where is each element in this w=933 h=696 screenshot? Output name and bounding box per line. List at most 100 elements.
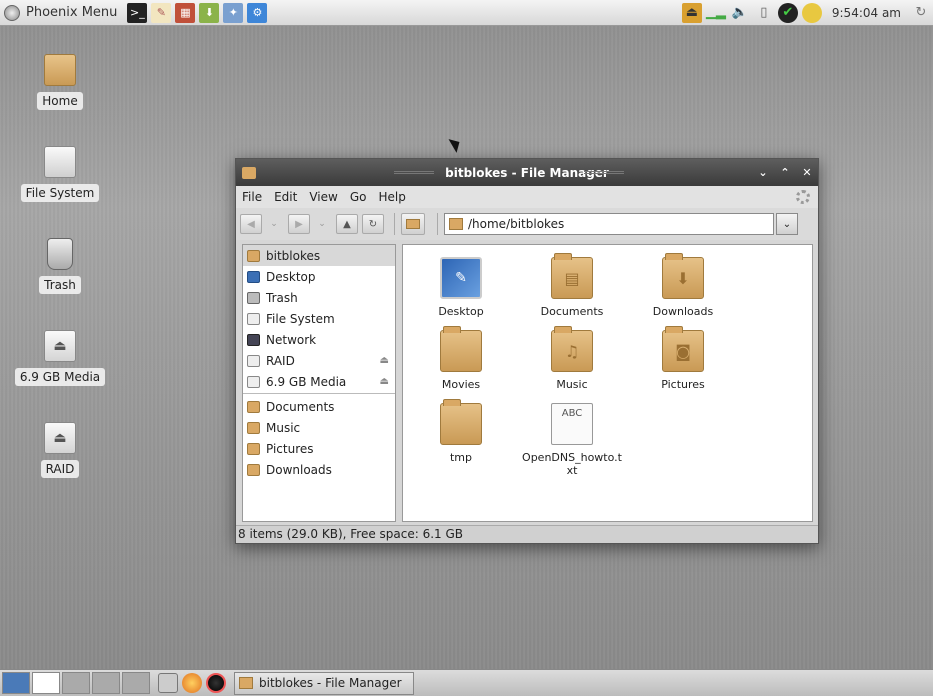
phoenix-menu-label: Phoenix Menu [26,5,118,20]
close-icon[interactable]: ✕ [800,165,814,179]
eject-icon[interactable]: ⏏ [380,376,389,387]
file-item-label: Downloads [652,305,714,318]
sidebar-item-file-system[interactable]: File System [243,308,395,329]
phoenix-menu-button[interactable]: Phoenix Menu [0,0,125,26]
titlebar-grip-right [584,171,624,174]
sidebar-item-label: bitblokes [266,248,321,263]
clipboard-icon[interactable]: ▯ [754,3,774,23]
folder-icon [239,677,253,689]
network-icon [247,333,260,346]
notification-icon[interactable] [801,2,822,23]
sidebar-item-documents[interactable]: Documents [243,396,395,417]
logout-icon[interactable]: ↻ [911,3,931,23]
minimize-icon[interactable]: ⌄ [756,165,770,179]
user-switch-icon[interactable]: ⏏ [681,2,702,23]
show-desktop-button[interactable] [2,672,30,694]
trash-icon [47,238,73,270]
text-editor-icon[interactable]: ✎ [151,2,172,23]
menu-go[interactable]: Go [344,190,373,204]
file-item-documents[interactable]: ▤ Documents [517,253,627,318]
network-monitor-icon[interactable]: ▁▂ [706,3,726,23]
up-button[interactable]: ▲ [336,214,358,234]
toolbar-separator [394,213,395,235]
location-input[interactable]: /home/bitblokes [444,213,774,235]
pictures-folder-icon: ◙ [662,326,704,372]
sidebar-item-label: Trash [266,290,298,305]
location-dropdown-button[interactable]: ⌄ [776,213,798,235]
package-installer-icon[interactable]: ⬇ [199,2,220,23]
folder-icon [440,399,482,445]
folder-icon [247,421,260,434]
sidebar-item-label: 6.9 GB Media [266,374,347,389]
mouse-cursor [448,135,464,153]
sidebar-item-raid[interactable]: RAID ⏏ [243,350,395,371]
reload-button[interactable]: ↻ [362,214,384,234]
settings-tools-icon[interactable]: ✦ [223,2,244,23]
desktop-icon-label: Trash [39,276,81,294]
sidebar-item-trash[interactable]: Trash [243,287,395,308]
sidebar-item-pictures[interactable]: Pictures [243,438,395,459]
firefox-icon[interactable] [182,673,202,693]
maximize-icon[interactable]: ⌃ [778,165,792,179]
back-history-dropdown[interactable]: ⌄ [266,214,282,234]
window-titlebar[interactable]: bitblokes - File Manager ⌄ ⌃ ✕ [236,159,818,186]
sidebar-item-media[interactable]: 6.9 GB Media ⏏ [243,371,395,392]
workspace-2[interactable] [62,672,90,694]
file-manager-app-icon[interactable] [242,166,256,179]
taskbar-item-file-manager[interactable]: bitblokes - File Manager [234,671,414,695]
menu-edit[interactable]: Edit [268,190,303,204]
sidebar-item-music[interactable]: Music [243,417,395,438]
file-item-downloads[interactable]: ⬇ Downloads [628,253,738,318]
sidebar-item-label: Network [266,332,317,347]
back-button[interactable]: ◀ [240,214,262,234]
location-path: /home/bitblokes [468,217,565,231]
home-folder-icon [44,54,76,86]
forward-history-dropdown[interactable]: ⌄ [314,214,330,234]
workspace-1[interactable] [32,672,60,694]
home-button[interactable] [401,213,425,235]
desktop-icon-home[interactable]: Home [20,54,100,110]
menu-help[interactable]: Help [372,190,411,204]
desktop-icon-label: Home [37,92,83,110]
forward-button[interactable]: ▶ [288,214,310,234]
music-folder-icon: ♫ [551,326,593,372]
removable-drive-icon: ⏏ [44,330,76,362]
file-item-opendns-howto[interactable]: ABC OpenDNS_howto.txt [517,403,627,477]
sidebar-item-label: File System [266,311,335,326]
sidebar-item-downloads[interactable]: Downloads [243,459,395,480]
network-config-icon[interactable]: ⚙ [247,2,268,23]
file-item-pictures[interactable]: ◙ Pictures [628,326,738,391]
sidebar-divider [243,393,395,394]
sidebar-item-bitblokes[interactable]: bitblokes [243,245,395,266]
trash-icon[interactable] [158,673,178,693]
home-folder-icon [247,249,260,262]
file-item-movies[interactable]: Movies [406,326,516,391]
file-item-tmp[interactable]: tmp [406,399,516,464]
sidebar-item-desktop[interactable]: Desktop [243,266,395,287]
desktop-icon-file-system[interactable]: File System [20,146,100,202]
workspace-3[interactable] [92,672,120,694]
desktop-icon-media[interactable]: ⏏ 6.9 GB Media [14,330,106,386]
toolbar: ◀ ⌄ ▶ ⌄ ▲ ↻ /home/bitblokes ⌄ [236,208,818,240]
file-item-music[interactable]: ♫ Music [517,326,627,391]
media-player-icon[interactable] [206,673,226,693]
volume-icon[interactable]: 🔈 [730,3,750,23]
sidebar-item-network[interactable]: Network [243,329,395,350]
window-title: bitblokes - File Manager [445,165,609,180]
desktop-icon-raid[interactable]: ⏏ RAID [20,422,100,478]
text-file-thumb: ABC [561,408,583,419]
eject-icon[interactable]: ⏏ [380,355,389,366]
menu-view[interactable]: View [303,190,343,204]
bottom-panel: bitblokes - File Manager [0,669,933,696]
file-item-label: Music [556,378,588,391]
file-item-desktop[interactable]: ✎ Desktop [406,257,516,318]
file-view[interactable]: ✎ Desktop ▤ Documents ⬇ Downloads Movies… [402,244,813,522]
menu-file[interactable]: File [236,190,268,204]
workspace-4[interactable] [122,672,150,694]
terminal-icon[interactable]: >_ [127,2,148,23]
folder-icon [247,400,260,413]
clock[interactable]: 9:54:04 am [832,6,901,20]
update-check-icon[interactable]: ✔ [777,2,798,23]
desktop-icon-trash[interactable]: Trash [20,238,100,294]
archive-icon[interactable]: ▦ [175,2,196,23]
